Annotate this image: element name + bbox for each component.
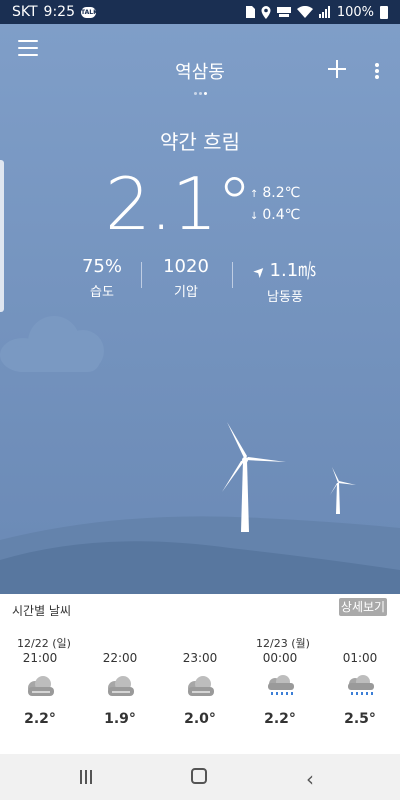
pressure-label: 기압 [174, 285, 198, 300]
arrow-up-icon: ↑ [250, 189, 259, 200]
location-icon [261, 5, 271, 19]
rain-cloud-icon [264, 675, 296, 697]
wind-direction-icon: ➤ [249, 262, 270, 282]
hourly-title: 시간별 날씨 [12, 604, 72, 618]
status-bar: SKT 9:25 TALK 100% [0, 0, 400, 24]
day-label: 12/22 (일) [17, 637, 71, 650]
hour-temperature: 2.5° [344, 711, 376, 727]
cloud-illustration [0, 316, 104, 372]
chat-notification-icon: TALK [81, 6, 98, 18]
stat-divider [232, 262, 233, 288]
hourly-panel: 시간별 날씨 상세보기 12/22 (일) 12/23 (월) 21:00 2.… [0, 594, 400, 754]
carrier-label: SKT [12, 4, 38, 20]
cloudy-icon [104, 675, 136, 697]
high-temp-value: 8.2℃ [262, 185, 301, 201]
hourly-item[interactable]: 21:00 2.2° [10, 651, 70, 727]
day-label: 12/23 (월) [256, 637, 310, 650]
detail-button[interactable]: 상세보기 [339, 598, 387, 616]
hourly-item[interactable]: 22:00 1.9° [90, 651, 150, 727]
wind-stat: ➤1.1㎧ 남동풍 [245, 256, 325, 305]
low-temperature: ↓ 0.4℃ [250, 207, 300, 223]
pressure-stat: 1020 기압 [156, 256, 216, 300]
hourly-item[interactable]: 00:00 2.2° [250, 651, 310, 727]
humidity-stat: 75% 습도 [72, 256, 132, 300]
hamburger-icon[interactable] [18, 40, 38, 56]
low-temp-value: 0.4℃ [262, 207, 301, 223]
signal-icon [318, 6, 330, 18]
plus-icon[interactable] [328, 60, 346, 78]
weather-condition: 약간 흐림 [160, 130, 240, 154]
hour-time: 01:00 [342, 651, 378, 665]
hour-temperature: 2.2° [24, 711, 56, 727]
hourly-item[interactable]: 23:00 2.0° [170, 651, 230, 727]
hourly-item[interactable]: 01:00 2.5° [330, 651, 390, 727]
hour-time: 22:00 [102, 651, 138, 665]
arrow-down-icon: ↓ [250, 211, 259, 222]
home-icon[interactable] [191, 768, 207, 784]
hour-time: 21:00 [22, 651, 58, 665]
humidity-value: 75% [81, 256, 122, 277]
sim-card-icon [245, 6, 255, 18]
wind-turbine-large [222, 422, 286, 532]
volte-icon [276, 7, 291, 17]
page-indicator [0, 80, 400, 99]
system-nav-bar: ‹ [0, 754, 400, 800]
wind-turbine-small [330, 467, 356, 514]
rain-cloud-icon [344, 675, 376, 697]
current-temperature: 2.1° [105, 162, 253, 246]
hour-temperature: 1.9° [104, 711, 136, 727]
pressure-value: 1020 [163, 256, 209, 277]
recent-apps-icon[interactable] [80, 769, 96, 784]
weather-stats: 75% 습도 1020 기압 ➤1.1㎧ 남동풍 [0, 256, 400, 305]
back-icon[interactable]: ‹ [306, 767, 314, 791]
stat-divider [141, 262, 142, 288]
battery-icon [380, 5, 388, 19]
cloudy-icon [24, 675, 56, 697]
high-temperature: ↑ 8.2℃ [250, 185, 300, 201]
hour-time: 00:00 [262, 651, 298, 665]
cloudy-icon [184, 675, 216, 697]
hour-time: 23:00 [182, 651, 218, 665]
kebab-icon[interactable] [375, 63, 381, 79]
wind-label: 남동풍 [267, 290, 303, 305]
wifi-icon [296, 6, 313, 18]
hour-temperature: 2.2° [264, 711, 296, 727]
battery-percent: 100% [336, 4, 374, 20]
hour-temperature: 2.0° [184, 711, 216, 727]
wind-value: 1.1㎧ [269, 260, 317, 281]
chat-icon-text: TALK [81, 8, 98, 16]
status-time: 9:25 [43, 4, 75, 20]
humidity-label: 습도 [90, 285, 114, 300]
